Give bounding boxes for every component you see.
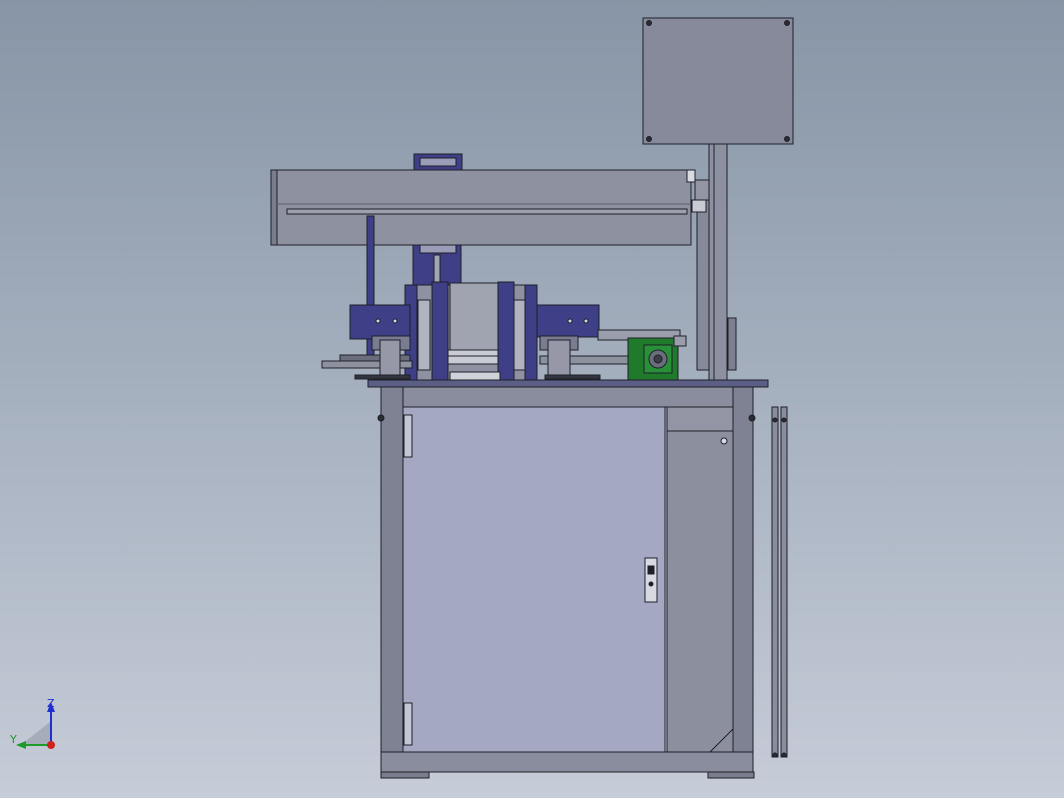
cabinet-front-door[interactable]: [402, 406, 666, 753]
gear-motor-icon: [627, 335, 687, 381]
machine-table-top: [367, 379, 769, 388]
control-box-screw-icon: [784, 136, 790, 142]
cabinet-side-panel: [666, 406, 734, 753]
machine-model-view[interactable]: [0, 0, 1064, 798]
control-box-screw-icon: [646, 136, 652, 142]
axis-y-label: Y: [10, 733, 17, 746]
upper-gantry-beam: [270, 153, 710, 246]
cad-viewport[interactable]: Z Y: [0, 0, 1064, 798]
axis-x-icon: [47, 741, 55, 749]
enclosure-door-handle-icon[interactable]: [644, 557, 658, 603]
control-box-screw-icon: [646, 20, 652, 26]
control-box-pole: [696, 143, 737, 381]
control-box-screw-icon: [784, 20, 790, 26]
exploded-door-panels: [771, 406, 788, 758]
axis-triad: Z Y: [8, 698, 60, 758]
axis-z-label: Z: [47, 697, 55, 710]
center-carriage: [404, 244, 538, 382]
control-panel-box[interactable]: [642, 17, 794, 145]
